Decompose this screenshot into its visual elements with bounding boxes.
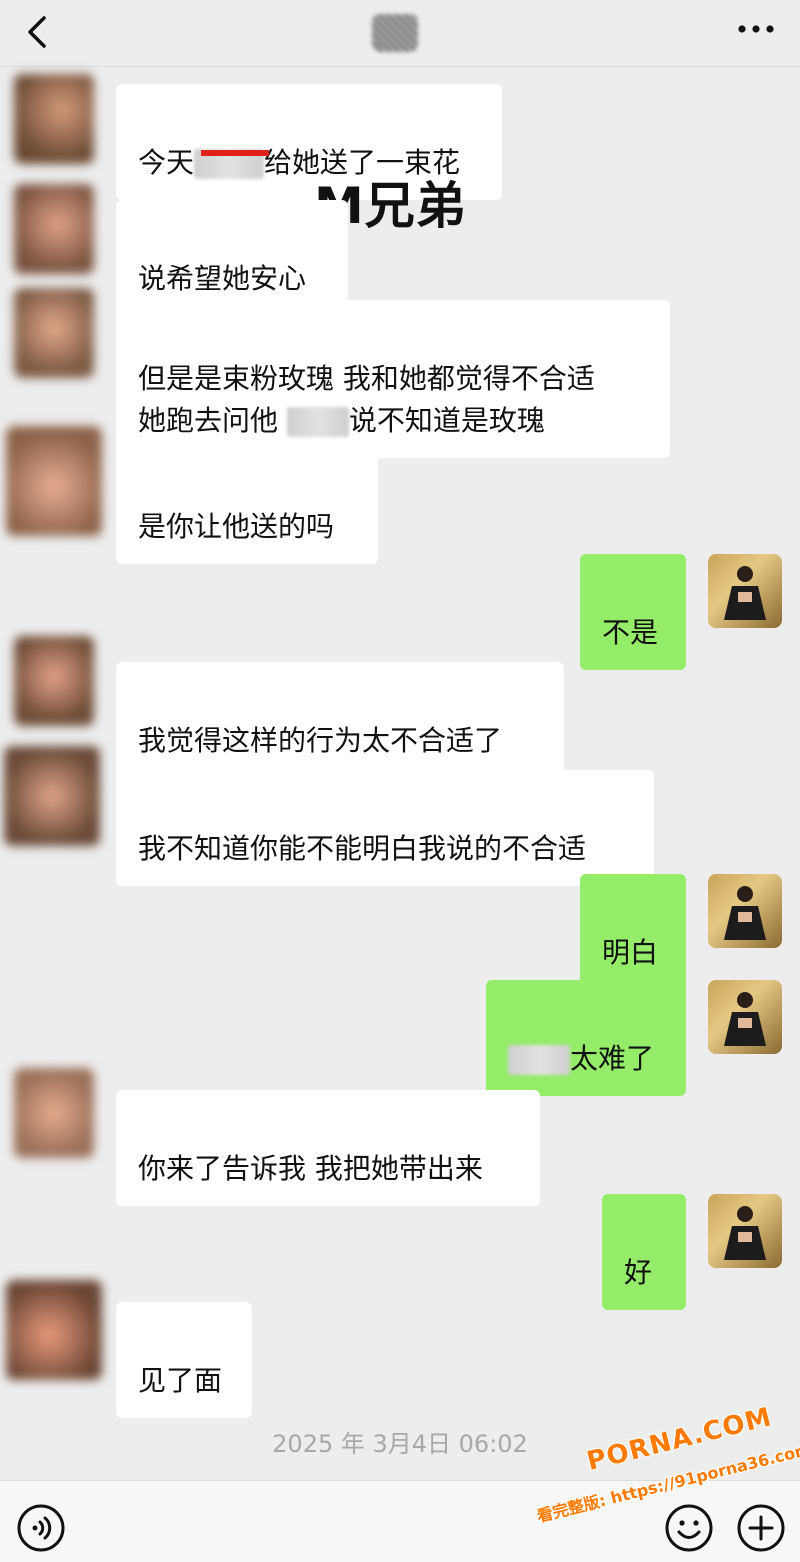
message-row: 明白 — [0, 874, 800, 990]
message-row: 你来了告诉我 我把她带出来 — [0, 1068, 800, 1206]
avatar[interactable] — [14, 636, 94, 726]
avatar[interactable] — [708, 874, 782, 948]
avatar-figure — [724, 1206, 766, 1260]
message-text: 你来了告诉我 我把她带出来 — [138, 1152, 483, 1185]
avatar[interactable] — [708, 1194, 782, 1268]
message-bubble[interactable]: 我不知道你能不能明白我说的不合适 — [116, 770, 654, 886]
message-row: 今天 给她送了一束花 — [0, 66, 800, 200]
message-list[interactable]: 今天 给她送了一束花 M兄弟 说希望她安心 但是是束粉玫瑰 我和她都觉得不合适 她… — [0, 66, 800, 1480]
message-text: 今天 — [138, 146, 195, 179]
message-row: 太难了 — [0, 980, 800, 1096]
avatar-figure — [724, 566, 766, 620]
chat-title-redacted — [372, 14, 418, 52]
message-bubble[interactable]: 见了面 — [116, 1302, 252, 1418]
message-row: 不是 — [0, 554, 800, 670]
avatar[interactable] — [708, 554, 782, 628]
message-bubble[interactable]: 是你让他送的吗 — [116, 448, 378, 564]
message-text: 我不知道你能不能明白我说的不合适 — [138, 832, 587, 865]
message-row: 我不知道你能不能明白我说的不合适 — [0, 746, 800, 886]
message-row: 但是是束粉玫瑰 我和她都觉得不合适 她跑去问他 说不知道是玫瑰 — [0, 288, 800, 458]
avatar[interactable] — [14, 74, 94, 164]
avatar-figure — [724, 992, 766, 1046]
message-row: 说希望她安心 — [0, 178, 800, 316]
highlight-underline — [201, 150, 269, 156]
avatar[interactable] — [6, 1280, 102, 1380]
chevron-left-icon[interactable] — [20, 12, 56, 52]
message-row: 是你让他送的吗 — [0, 426, 800, 564]
avatar[interactable] — [708, 980, 782, 1054]
avatar[interactable] — [14, 288, 94, 378]
avatar[interactable] — [14, 1068, 94, 1158]
message-text: 见了面 — [138, 1364, 223, 1397]
more-dots-icon[interactable] — [736, 22, 776, 36]
voice-icon[interactable] — [16, 1503, 66, 1553]
avatar[interactable] — [14, 184, 94, 274]
message-text: 明白 — [602, 936, 659, 969]
message-bubble[interactable]: 明白 — [580, 874, 686, 990]
avatar[interactable] — [6, 426, 102, 536]
message-bubble[interactable]: 你来了告诉我 我把她带出来 — [116, 1090, 540, 1206]
message-row: 好 — [0, 1194, 800, 1310]
avatar-figure — [724, 886, 766, 940]
avatar[interactable] — [4, 746, 100, 846]
message-text: 是你让他送的吗 — [138, 510, 335, 543]
chat-header — [0, 0, 800, 67]
message-row: 我觉得这样的行为太不合适了 — [0, 636, 800, 778]
